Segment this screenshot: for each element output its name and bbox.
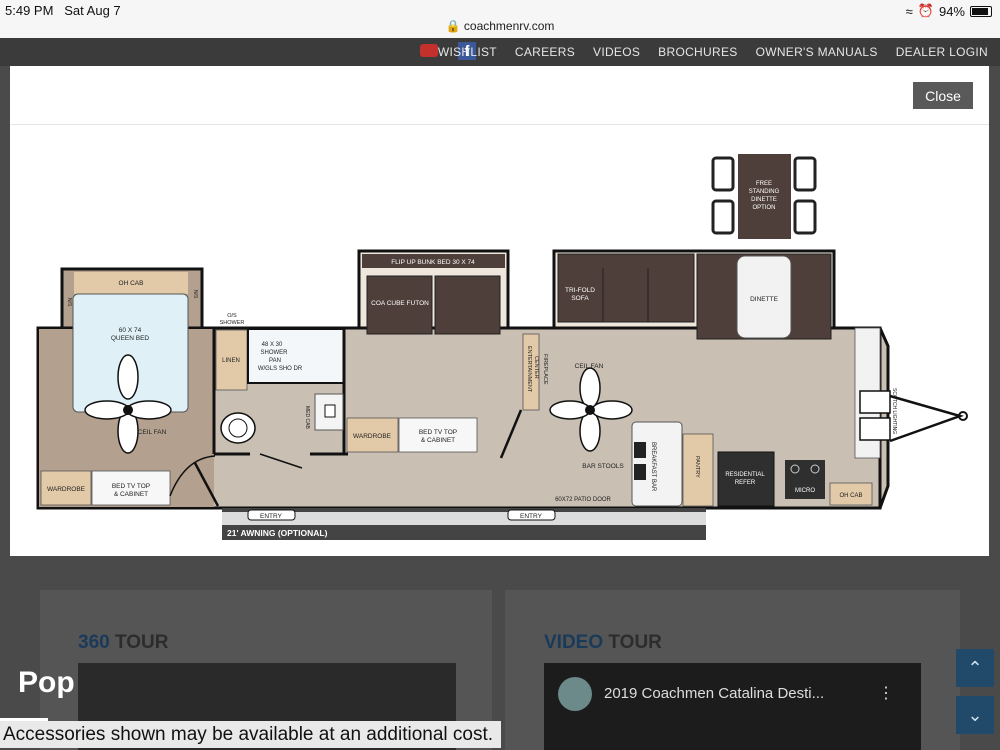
floorplan-image: FREE STANDING DINETTE OPTION OH CAB N/S … (36, 154, 968, 540)
entry-left-label: ENTRY (260, 513, 283, 520)
ns-right-label: N/S (192, 290, 198, 299)
shower-label-3: PAN (269, 358, 281, 364)
residential-refer (717, 451, 775, 507)
hitch (889, 394, 965, 443)
chevron-up-icon: ⌃ (967, 658, 983, 678)
ceil-fan-mid-label: CEIL FAN (575, 363, 604, 370)
bar-stools-label: BAR STOOLS (582, 463, 624, 470)
accessories-disclaimer: Accessories shown may be available at an… (0, 721, 501, 748)
med-cab-label: MED CAB (304, 406, 310, 429)
scroll-down-button[interactable]: ⌄ (956, 696, 994, 734)
free-dinette-label-2: STANDING (749, 189, 780, 195)
battery-icon (970, 5, 992, 17)
free-dinette-label-3: DINETTE (751, 197, 777, 203)
ceil-fan-left-label: CEIL FAN (138, 429, 167, 436)
nav-wishlist[interactable]: WISHLIST (438, 45, 497, 59)
status-bar: 5:49 PM Sat Aug 7 🔒 coachmenrv.com ≈ ⏰ 9… (0, 0, 1000, 38)
url-bar[interactable]: 🔒 coachmenrv.com (0, 19, 1000, 33)
video-title: 2019 Coachmen Catalina Desti... (604, 685, 825, 702)
alarm-icon: ⏰ (917, 3, 934, 18)
micro-label: MICRO (795, 488, 815, 494)
trifold-label-2: SOFA (571, 295, 589, 302)
free-dinette-label-4: OPTION (752, 205, 775, 211)
scroll-up-button[interactable]: ⌃ (956, 649, 994, 687)
channel-avatar (558, 677, 592, 711)
nav-careers[interactable]: CAREERS (515, 45, 575, 59)
queen-bed-size: 60 X 74 (119, 327, 142, 334)
nav-videos[interactable]: VIDEOS (593, 45, 640, 59)
status-icons: ≈ ⏰ 94% (906, 3, 992, 19)
wardrobe-left-label: WARDROBE (47, 486, 86, 493)
free-dinette-option: FREE STANDING DINETTE OPTION (711, 154, 817, 239)
bed-tv-left-label-2: & CABINET (114, 491, 148, 498)
oh-cab-left-label: OH CAB (119, 280, 144, 287)
bed-tv-mid-label-2: & CABINET (421, 437, 455, 444)
battery-percent: 94% (938, 3, 965, 19)
os-shower-label-2: SHOWER (220, 320, 245, 326)
ns-left-label: N/S (66, 298, 72, 307)
ent-center-label-1: ENTERTAINMENT (526, 346, 532, 393)
shower-label-1: 48 X 30 (262, 342, 283, 348)
toilet-icon (220, 412, 256, 444)
bed-tv-left-label-1: BED TV TOP (112, 483, 150, 490)
refer-label-2: REFER (735, 480, 756, 486)
floorplan-modal: Close FREE STANDING DINETTE OPTION OH CA… (10, 66, 989, 556)
scotch-lighting-label: SCOTCH LIGHTING (891, 388, 897, 434)
tour-title-video: VIDEO TOUR (544, 632, 662, 653)
site-nav: f WISHLIST CAREERS VIDEOS BROCHURES OWNE… (0, 38, 1000, 66)
trifold-label-1: TRI-FOLD (565, 287, 595, 294)
awning-label: 21' AWNING (OPTIONAL) (227, 528, 328, 538)
futon-label: COA CUBE FUTON (371, 300, 429, 307)
patio-door-label: 60X72 PATIO DOOR (555, 497, 611, 503)
refer-label-1: RESIDENTIAL (725, 472, 765, 478)
kitchen-sink (859, 390, 891, 414)
shower (247, 328, 345, 384)
url-text: coachmenrv.com (463, 19, 555, 33)
nav-owners-manuals[interactable]: OWNER'S MANUALS (756, 45, 878, 59)
linen-label: LINEN (222, 358, 240, 364)
status-time: 5:49 PM Sat Aug 7 (5, 3, 121, 18)
youtube-icon[interactable] (420, 44, 438, 57)
os-shower-label-1: O/S (227, 313, 237, 319)
entry-right-label: ENTRY (520, 513, 543, 520)
pantry-label: PANTRY (694, 456, 700, 478)
video-player[interactable]: 2019 Coachmen Catalina Desti... ⋮ (544, 663, 921, 750)
shower-label-2: SHOWER (261, 350, 289, 356)
bed-tv-mid-label-1: BED TV TOP (419, 429, 457, 436)
nav-dealer-login[interactable]: DEALER LOGIN (896, 45, 988, 59)
pop-logo: Pop (18, 666, 75, 699)
free-dinette-label-1: FREE (756, 181, 772, 187)
ent-center-label-2: CENTER (533, 356, 539, 379)
breakfast-bar-label: BREAKFAST BAR (650, 442, 656, 492)
oh-cab-right-label: OH CAB (839, 493, 862, 499)
tour-title-360: 360 TOUR (78, 632, 169, 653)
shower-label-4: W/GLS SHO DR (258, 366, 303, 372)
bunk-bed-label: FLIP UP BUNK BED 30 X 74 (391, 259, 475, 266)
wardrobe-mid-label: WARDROBE (353, 433, 392, 440)
fireplace-label: FIREPLACE (542, 354, 548, 385)
nav-brochures[interactable]: BROCHURES (658, 45, 737, 59)
chevron-down-icon: ⌄ (967, 705, 983, 725)
more-icon[interactable]: ⋮ (878, 683, 894, 703)
dinette-label: DINETTE (750, 296, 778, 303)
wifi-icon: ≈ (905, 3, 913, 19)
queen-bed-label: QUEEN BED (111, 335, 150, 342)
futon-right (434, 275, 501, 335)
